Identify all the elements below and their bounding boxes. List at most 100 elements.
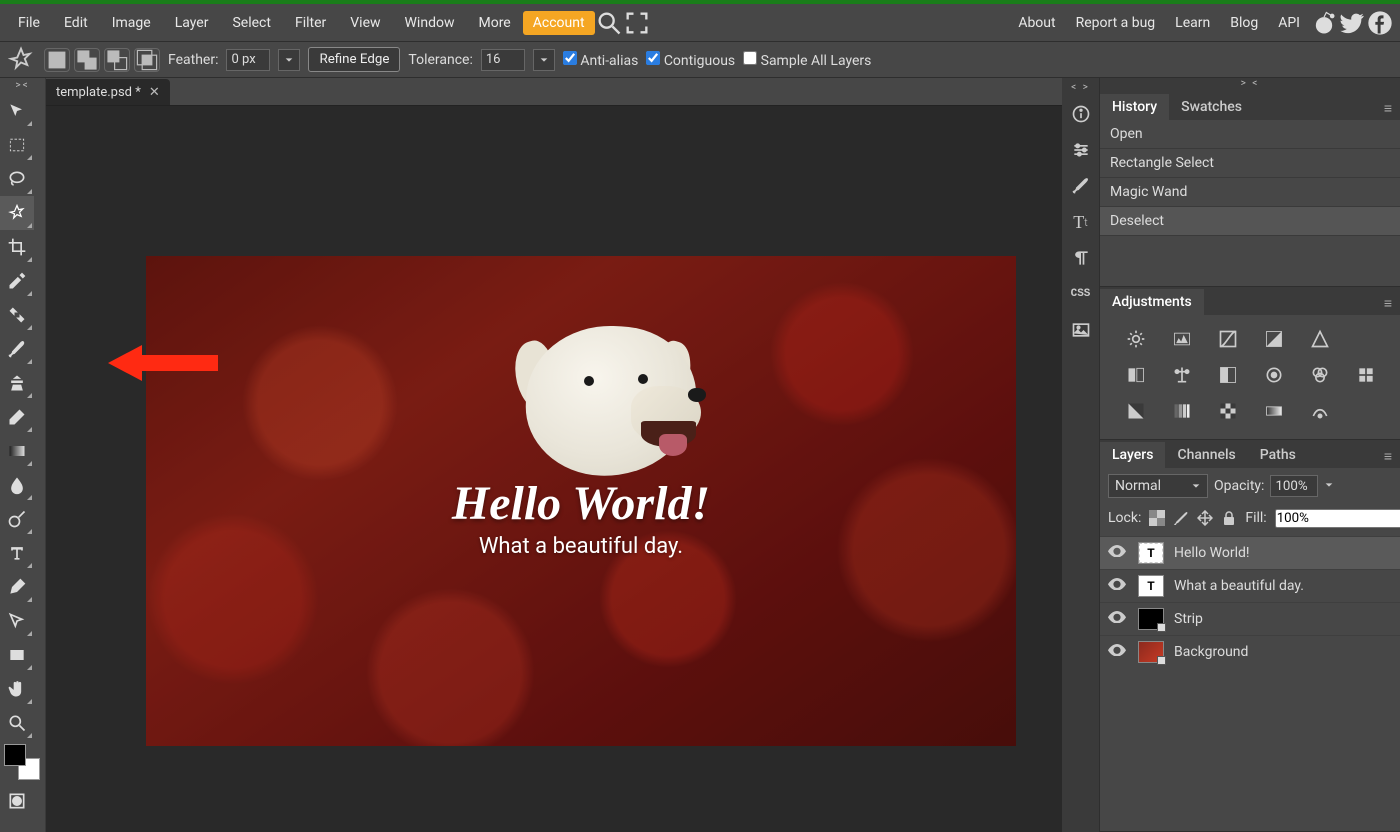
adj-curves-icon[interactable] — [1214, 327, 1242, 351]
refine-edge-button[interactable]: Refine Edge — [308, 47, 400, 72]
tool-quick-mask[interactable] — [0, 784, 34, 818]
fill-input[interactable] — [1275, 509, 1400, 528]
anti-alias-checkbox[interactable] — [563, 51, 577, 65]
tab-channels[interactable]: Channels — [1165, 442, 1247, 468]
opacity-input[interactable] — [1270, 475, 1318, 497]
tool-healing[interactable] — [0, 298, 34, 332]
tool-zoom[interactable] — [0, 706, 34, 740]
feather-dropdown[interactable] — [278, 49, 300, 71]
fullscreen-icon[interactable] — [623, 9, 651, 37]
canvas[interactable]: Hello World! What a beautiful day. — [46, 106, 1062, 832]
link-about[interactable]: About — [1008, 9, 1065, 37]
link-learn[interactable]: Learn — [1165, 9, 1220, 37]
adj-invert-icon[interactable] — [1122, 399, 1150, 423]
color-swatches[interactable] — [4, 744, 40, 780]
lock-pixels-icon[interactable] — [1173, 508, 1189, 528]
history-item[interactable]: Open — [1100, 120, 1400, 149]
twitter-icon[interactable] — [1338, 9, 1366, 37]
tolerance-input[interactable] — [481, 49, 525, 71]
selection-intersect[interactable] — [134, 48, 160, 72]
adj-threshold-icon[interactable] — [1214, 399, 1242, 423]
adj-vibrance-icon[interactable] — [1306, 327, 1334, 351]
selection-new[interactable] — [44, 48, 70, 72]
selection-add[interactable] — [74, 48, 100, 72]
panel-menu-icon[interactable]: ≡ — [1384, 295, 1392, 312]
visibility-icon[interactable] — [1108, 545, 1128, 562]
lock-all-icon[interactable] — [1221, 508, 1237, 528]
lock-position-icon[interactable] — [1197, 508, 1213, 528]
visibility-icon[interactable] — [1108, 611, 1128, 628]
layer-row[interactable]: T What a beautiful day. — [1100, 569, 1400, 602]
menu-image[interactable]: Image — [100, 9, 163, 37]
tool-path-select[interactable] — [0, 604, 34, 638]
anti-alias-option[interactable]: Anti-alias — [563, 51, 638, 69]
panel-menu-icon[interactable]: ≡ — [1384, 100, 1392, 117]
contiguous-option[interactable]: Contiguous — [646, 51, 735, 69]
contiguous-checkbox[interactable] — [646, 51, 660, 65]
link-blog[interactable]: Blog — [1220, 9, 1268, 37]
tab-paths[interactable]: Paths — [1248, 442, 1308, 468]
menu-file[interactable]: File — [6, 9, 52, 37]
menu-select[interactable]: Select — [220, 9, 282, 37]
tool-lasso[interactable] — [0, 162, 34, 196]
character-panel-icon[interactable]: Tt — [1066, 204, 1096, 240]
adj-posterize-icon[interactable] — [1168, 399, 1196, 423]
css-panel-icon[interactable]: CSS — [1066, 276, 1096, 312]
panels-collapse[interactable]: > < — [1100, 78, 1400, 92]
menu-more[interactable]: More — [466, 9, 522, 37]
tool-rect-select[interactable] — [0, 128, 34, 162]
tool-pen[interactable] — [0, 570, 34, 604]
menu-account[interactable]: Account — [523, 11, 595, 35]
sample-all-checkbox[interactable] — [743, 51, 757, 65]
menu-edit[interactable]: Edit — [52, 9, 100, 37]
menu-window[interactable]: Window — [393, 9, 467, 37]
layer-row[interactable]: T Hello World! — [1100, 536, 1400, 569]
tool-eraser[interactable] — [0, 400, 34, 434]
opacity-dropdown[interactable] — [1324, 478, 1334, 494]
tool-dodge[interactable] — [0, 502, 34, 536]
tolerance-dropdown[interactable] — [533, 49, 555, 71]
sliders-panel-icon[interactable] — [1066, 132, 1096, 168]
visibility-icon[interactable] — [1108, 578, 1128, 595]
tool-eyedropper[interactable] — [0, 264, 34, 298]
document-tab[interactable]: template.psd * ✕ — [46, 79, 170, 105]
tab-history[interactable]: History — [1100, 94, 1169, 120]
image-panel-icon[interactable] — [1066, 312, 1096, 348]
menu-layer[interactable]: Layer — [163, 9, 221, 37]
tool-hand[interactable] — [0, 672, 34, 706]
adj-color-lookup-icon[interactable] — [1352, 363, 1380, 387]
adj-levels-icon[interactable] — [1168, 327, 1196, 351]
adj-gradient-map-icon[interactable] — [1260, 399, 1288, 423]
adj-photo-filter-icon[interactable] — [1260, 363, 1288, 387]
facebook-icon[interactable] — [1366, 9, 1394, 37]
strip-collapse[interactable]: < > — [1071, 82, 1090, 96]
tool-magic-wand[interactable] — [0, 196, 34, 230]
toolbar-collapse[interactable]: >< — [0, 80, 45, 94]
tool-gradient[interactable] — [0, 434, 34, 468]
history-item[interactable]: Deselect — [1100, 207, 1400, 236]
link-report-bug[interactable]: Report a bug — [1066, 9, 1166, 37]
layer-row[interactable]: Strip — [1100, 602, 1400, 635]
search-icon[interactable] — [595, 9, 623, 37]
adj-brightness-icon[interactable] — [1122, 327, 1150, 351]
panel-menu-icon[interactable]: ≡ — [1384, 448, 1392, 465]
tool-brush[interactable] — [0, 332, 34, 366]
tab-layers[interactable]: Layers — [1100, 442, 1165, 468]
brush-panel-icon[interactable] — [1066, 168, 1096, 204]
feather-input[interactable] — [226, 49, 270, 71]
paragraph-panel-icon[interactable] — [1066, 240, 1096, 276]
menu-filter[interactable]: Filter — [283, 9, 338, 37]
layer-row[interactable]: Background — [1100, 635, 1400, 668]
menu-view[interactable]: View — [338, 9, 392, 37]
history-item[interactable]: Magic Wand — [1100, 178, 1400, 207]
visibility-icon[interactable] — [1108, 644, 1128, 661]
adj-hue-sat-icon[interactable] — [1122, 363, 1150, 387]
selection-subtract[interactable] — [104, 48, 130, 72]
tool-type[interactable] — [0, 536, 34, 570]
adj-color-balance-icon[interactable] — [1168, 363, 1196, 387]
tool-clone-stamp[interactable] — [0, 366, 34, 400]
tool-move[interactable] — [0, 94, 34, 128]
adj-exposure-icon[interactable] — [1260, 327, 1288, 351]
close-tab-icon[interactable]: ✕ — [149, 85, 160, 100]
tab-swatches[interactable]: Swatches — [1169, 94, 1254, 120]
